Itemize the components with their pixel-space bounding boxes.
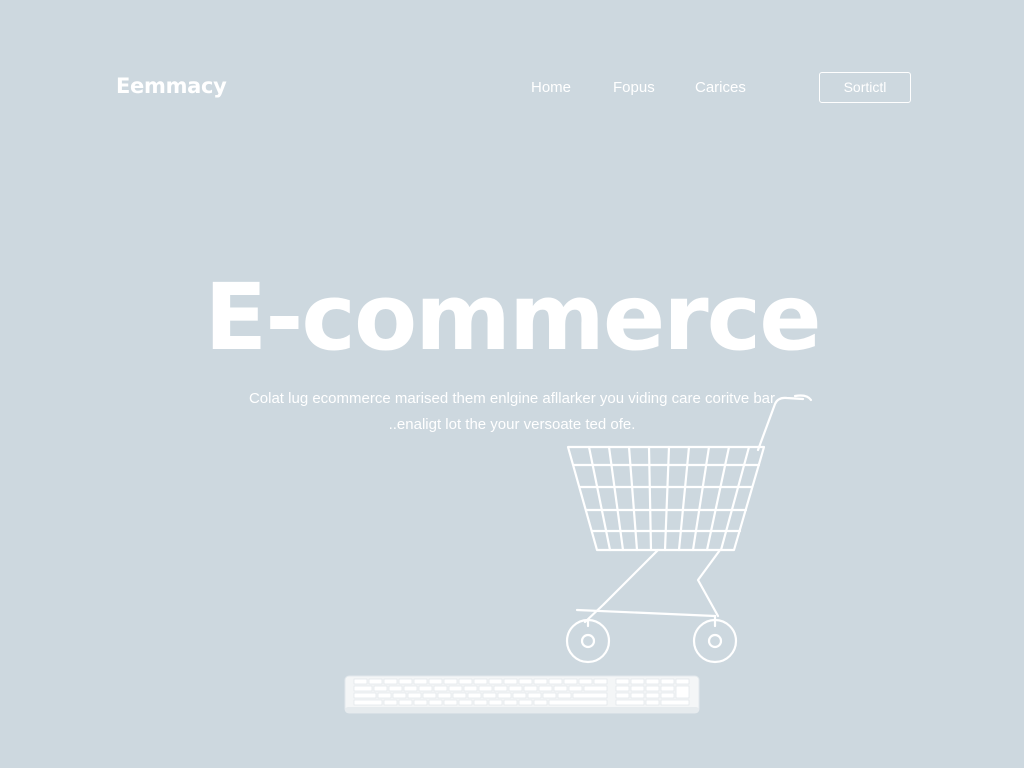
hero-description-line2: ..enaligt lot the your versoate ted ofe. (388, 416, 636, 433)
hero-description-line1: Colat lug ecommerce marised them enlgine… (248, 390, 776, 407)
site-logo[interactable]: Eemmacy (116, 74, 227, 98)
hero-title: E-commerce (204, 264, 821, 371)
nav-link-carices[interactable]: Carices (695, 79, 746, 96)
keyboard-icon (344, 675, 700, 714)
nav-link-home[interactable]: Home (531, 79, 571, 96)
site-header: Eemmacy Home Fopus Carices Sortictl (0, 0, 1024, 140)
nav-link-fopus[interactable]: Fopus (613, 79, 655, 96)
contact-button[interactable]: Sortictl (819, 72, 911, 103)
shopping-cart-icon (565, 394, 813, 664)
